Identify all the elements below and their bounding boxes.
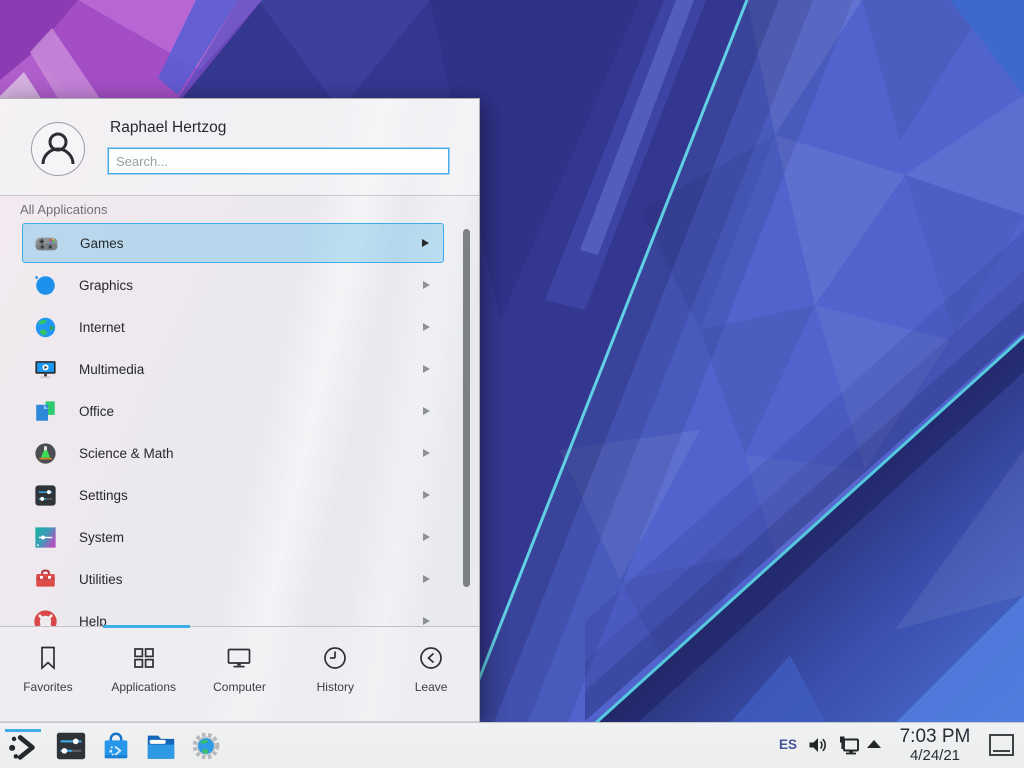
clock-time: 7:03 PM: [891, 727, 979, 747]
category-label: Games: [80, 236, 124, 251]
system-settings-icon: [54, 729, 88, 763]
user-icon: [32, 123, 84, 175]
launcher-header: Raphael Hertzog: [0, 99, 479, 196]
kde-launcher-icon: [6, 729, 40, 763]
system-settings-button[interactable]: [54, 729, 88, 763]
application-launcher-button[interactable]: [6, 729, 40, 763]
file-manager-button[interactable]: [144, 729, 178, 763]
category-label: Graphics: [79, 278, 133, 293]
sliders-icon: [32, 482, 59, 509]
tab-computer[interactable]: Computer: [192, 627, 288, 722]
folder-icon: [144, 729, 178, 763]
leave-circle-icon: [417, 644, 445, 672]
submenu-arrow-icon: [423, 323, 430, 331]
show-desktop-button[interactable]: [989, 734, 1014, 756]
paint-ball-icon: [32, 272, 59, 299]
tab-history[interactable]: History: [287, 627, 383, 722]
browser-globe-gear-icon: [191, 731, 221, 761]
tab-label: Applications: [111, 680, 176, 694]
user-name: Raphael Hertzog: [110, 119, 226, 137]
category-internet[interactable]: Internet: [22, 306, 444, 348]
submenu-arrow-icon: [423, 575, 430, 583]
tab-label: Leave: [415, 680, 448, 694]
submenu-arrow-icon: [423, 365, 430, 373]
tab-label: History: [317, 680, 354, 694]
submenu-arrow-icon: [423, 281, 430, 289]
bookmark-icon: [34, 644, 62, 672]
category-multimedia[interactable]: Multimedia: [22, 348, 444, 390]
desktop: Raphael Hertzog All Applications Games: [0, 0, 1024, 768]
list-scrollbar[interactable]: [463, 229, 470, 587]
application-launcher-popup: Raphael Hertzog All Applications Games: [0, 98, 480, 722]
discover-button[interactable]: [99, 729, 133, 763]
category-help[interactable]: Help: [22, 600, 444, 626]
category-label: Utilities: [79, 572, 123, 587]
digital-clock[interactable]: 7:03 PM 4/24/21: [891, 727, 979, 764]
tab-leave[interactable]: Leave: [383, 627, 479, 722]
clock-date: 4/24/21: [891, 748, 979, 764]
submenu-arrow-icon: [423, 407, 430, 415]
category-list: Games Graphics: [0, 196, 479, 626]
active-tab-indicator: [103, 625, 190, 628]
category-graphics[interactable]: Graphics: [22, 264, 444, 306]
category-label: Multimedia: [79, 362, 144, 377]
category-settings[interactable]: Settings: [22, 474, 444, 516]
wired-network-icon[interactable]: [836, 733, 862, 759]
submenu-arrow-icon: [423, 449, 430, 457]
volume-icon[interactable]: [806, 733, 830, 757]
clock-icon: [321, 644, 349, 672]
flask-icon: [32, 440, 59, 467]
category-label: Settings: [79, 488, 128, 503]
gamepad-icon: [33, 230, 60, 257]
system-icon: [32, 524, 59, 551]
web-browser-button[interactable]: [191, 731, 221, 761]
category-label: Science & Math: [79, 446, 174, 461]
submenu-arrow-icon: [423, 617, 430, 625]
category-label: Office: [79, 404, 114, 419]
launcher-tab-bar: Favorites Applications Computer: [0, 626, 479, 722]
submenu-arrow-icon: [423, 533, 430, 541]
active-task-indicator: [5, 729, 41, 732]
show-desktop-glyph: [993, 750, 1010, 752]
submenu-arrow-icon: [422, 239, 429, 247]
tab-label: Computer: [213, 680, 266, 694]
search-input[interactable]: [108, 148, 449, 174]
tab-applications[interactable]: Applications: [96, 627, 192, 722]
tab-favorites[interactable]: Favorites: [0, 627, 96, 722]
category-label: System: [79, 530, 124, 545]
media-screen-icon: [32, 356, 59, 383]
discover-bag-icon: [99, 729, 133, 763]
lifebuoy-icon: [32, 608, 59, 627]
category-label: Internet: [79, 320, 125, 335]
category-science-math[interactable]: Science & Math: [22, 432, 444, 474]
monitor-icon: [225, 644, 253, 672]
category-system[interactable]: System: [22, 516, 444, 558]
expand-tray-arrow-icon[interactable]: [865, 737, 883, 751]
category-games[interactable]: Games: [22, 223, 444, 263]
taskbar-panel: ES 7:03 PM 4/24/21: [0, 722, 1024, 768]
globe-icon: [32, 314, 59, 341]
category-utilities[interactable]: Utilities: [22, 558, 444, 600]
tab-label: Favorites: [23, 680, 72, 694]
user-avatar[interactable]: [31, 122, 85, 176]
keyboard-layout-indicator[interactable]: ES: [779, 737, 797, 752]
category-office[interactable]: Office: [22, 390, 444, 432]
documents-icon: [32, 398, 59, 425]
submenu-arrow-icon: [423, 491, 430, 499]
app-grid-icon: [130, 644, 158, 672]
toolbox-icon: [32, 566, 59, 593]
